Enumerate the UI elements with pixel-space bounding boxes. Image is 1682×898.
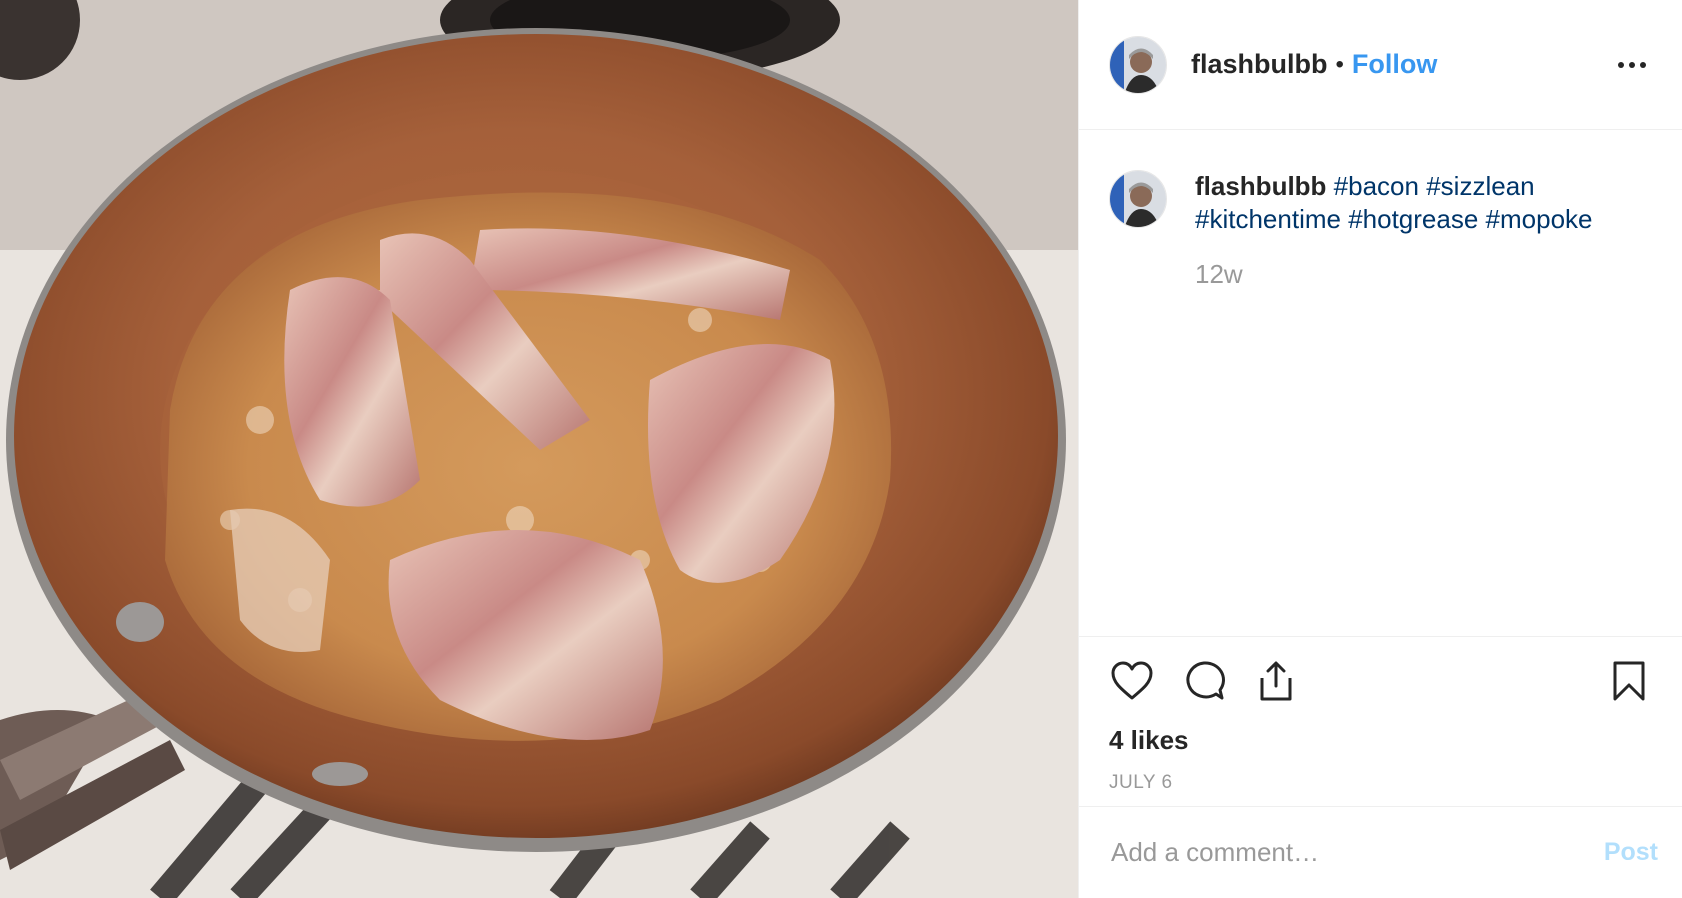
comment-input[interactable] <box>1109 836 1604 869</box>
post-modal: flashbulbb • Follow flashbulbb #bacon #s… <box>0 0 1682 898</box>
comments-section: flashbulbb #bacon #sizzlean #kitchentime… <box>1079 130 1682 636</box>
header-username[interactable]: flashbulbb <box>1191 49 1328 80</box>
heart-icon[interactable] <box>1109 658 1155 704</box>
post-date[interactable]: JULY 6 <box>1109 772 1652 794</box>
post-actions-area: 4 likes JULY 6 <box>1079 636 1682 806</box>
hashtag-link[interactable]: #sizzlean <box>1426 171 1534 201</box>
caption-text: flashbulbb #bacon #sizzlean #kitchentime… <box>1195 170 1593 291</box>
bookmark-icon[interactable] <box>1606 658 1652 704</box>
bacon-pan-photo <box>0 0 1078 898</box>
likes-count[interactable]: 4 likes <box>1109 725 1652 756</box>
hashtag-link[interactable]: #bacon <box>1334 171 1419 201</box>
hashtag-link[interactable]: #kitchentime <box>1195 204 1341 234</box>
action-bar <box>1109 657 1652 705</box>
caption-avatar[interactable] <box>1109 170 1167 228</box>
follow-button[interactable]: Follow <box>1352 49 1437 80</box>
post-photo[interactable] <box>0 0 1078 898</box>
post-header: flashbulbb • Follow <box>1079 0 1682 130</box>
comment-bubble-icon[interactable] <box>1181 658 1227 704</box>
add-comment-form: Post <box>1079 806 1682 898</box>
more-options-icon[interactable] <box>1612 56 1652 74</box>
separator-dot: • <box>1335 50 1344 78</box>
share-icon[interactable] <box>1253 658 1299 704</box>
hashtag-link[interactable]: #mopoke <box>1486 204 1593 234</box>
post-comment-button[interactable]: Post <box>1604 838 1658 867</box>
post-sidebar: flashbulbb • Follow flashbulbb #bacon #s… <box>1078 0 1682 898</box>
avatar-image <box>1110 36 1166 93</box>
avatar[interactable] <box>1109 35 1167 94</box>
caption-timestamp[interactable]: 12w <box>1195 258 1593 291</box>
hashtag-link[interactable]: #hotgrease <box>1348 204 1478 234</box>
caption: flashbulbb #bacon #sizzlean #kitchentime… <box>1109 170 1652 291</box>
caption-username[interactable]: flashbulbb <box>1195 171 1326 201</box>
avatar-image <box>1110 171 1166 227</box>
